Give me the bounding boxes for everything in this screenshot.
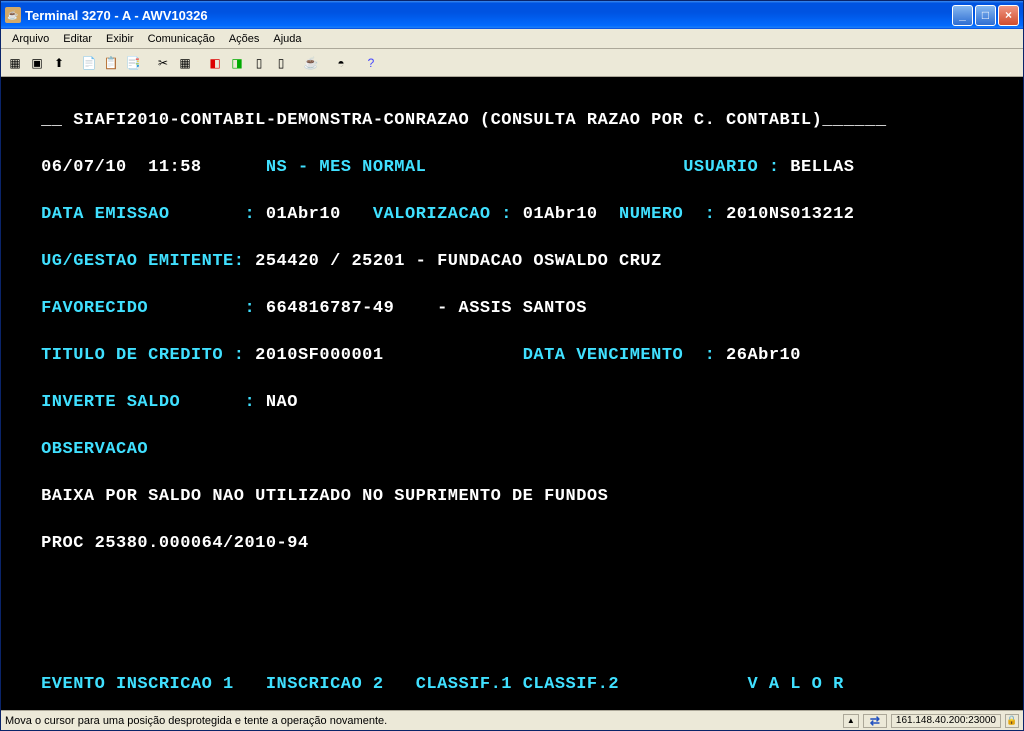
screen-header: __ SIAFI2010-CONTABIL-DEMONSTRA-CONRAZAO… — [41, 111, 886, 130]
toolbar-btn-10[interactable]: ◨ — [227, 53, 247, 73]
col-valor: V A L O R — [747, 675, 843, 694]
ug-gestao-label: UG/GESTAO EMITENTE: — [41, 252, 244, 271]
toolbar-btn-14[interactable]: ◓ — [331, 53, 351, 73]
datetime: 06/07/10 11:58 — [41, 158, 202, 177]
toolbar-btn-13[interactable]: ☕ — [301, 53, 321, 73]
inverte-saldo: NAO — [266, 393, 298, 412]
titlebar[interactable]: ☕ Terminal 3270 - A - AWV10326 _ □ × — [1, 1, 1023, 29]
toolbar-btn-2[interactable]: ▣ — [27, 53, 47, 73]
statusbar-text: Mova o cursor para uma posição desproteg… — [5, 715, 839, 727]
menu-editar[interactable]: Editar — [56, 31, 99, 47]
toolbar-btn-6[interactable]: 📑 — [123, 53, 143, 73]
ug-gestao: 254420 / 25201 - FUNDACAO OSWALDO CRUZ — [255, 252, 662, 271]
close-button[interactable]: × — [998, 5, 1019, 26]
toolbar-btn-7[interactable]: ✂ — [153, 53, 173, 73]
obs-line-2: PROC 25380.000064/2010-94 — [41, 534, 309, 553]
titulo-credito: 2010SF000001 — [255, 346, 383, 365]
window-title: Terminal 3270 - A - AWV10326 — [25, 8, 952, 23]
menu-comunicacao[interactable]: Comunicação — [141, 31, 222, 47]
col-inscricao1: INSCRICAO 1 — [116, 675, 234, 694]
toolbar-btn-12[interactable]: ▯ — [271, 53, 291, 73]
data-emissao: 01Abr10 — [266, 205, 341, 224]
menubar: Arquivo Editar Exibir Comunicação Ações … — [1, 29, 1023, 49]
titulo-credito-label: TITULO DE CREDITO — [41, 346, 223, 365]
ns-label: NS - MES NORMAL — [266, 158, 427, 177]
statusbar: Mova o cursor para uma posição desproteg… — [1, 710, 1023, 730]
col-classif1: CLASSIF.1 — [416, 675, 512, 694]
copy-icon[interactable]: 📄 — [79, 53, 99, 73]
col-inscricao2: INSCRICAO 2 — [266, 675, 384, 694]
toolbar: ▦ ▣ ⬆ 📄 📋 📑 ✂ ▦ ◧ ◨ ▯ ▯ ☕ ◓ ? — [1, 49, 1023, 77]
col-evento: EVENTO — [41, 675, 105, 694]
menu-exibir[interactable]: Exibir — [99, 31, 141, 47]
arrow-up-icon[interactable]: ▲ — [843, 714, 859, 728]
terminal-screen[interactable]: __ SIAFI2010-CONTABIL-DEMONSTRA-CONRAZAO… — [1, 77, 1023, 710]
favorecido: 664816787-49 - ASSIS SANTOS — [266, 299, 587, 318]
menu-acoes[interactable]: Ações — [222, 31, 267, 47]
data-vencimento-label: DATA VENCIMENTO — [523, 346, 684, 365]
menu-ajuda[interactable]: Ajuda — [266, 31, 308, 47]
data-emissao-label: DATA EMISSAO — [41, 205, 169, 224]
paste-icon[interactable]: 📋 — [101, 53, 121, 73]
obs-line-1: BAIXA POR SALDO NAO UTILIZADO NO SUPRIME… — [41, 487, 608, 506]
java-icon: ☕ — [5, 7, 21, 23]
lock-icon: 🔒 — [1005, 714, 1019, 728]
application-window: ☕ Terminal 3270 - A - AWV10326 _ □ × Arq… — [0, 0, 1024, 731]
numero-label: NUMERO — [619, 205, 683, 224]
observacao-label: OBSERVACAO — [41, 440, 148, 459]
inverte-saldo-label: INVERTE SALDO — [41, 393, 180, 412]
toolbar-btn-11[interactable]: ▯ — [249, 53, 269, 73]
favorecido-label: FAVORECIDO — [41, 299, 148, 318]
connection-icon: ⇄ — [863, 714, 887, 728]
valorizacao: 01Abr10 — [523, 205, 598, 224]
minimize-button[interactable]: _ — [952, 5, 973, 26]
usuario: BELLAS — [790, 158, 854, 177]
toolbar-btn-1[interactable]: ▦ — [5, 53, 25, 73]
statusbar-ip: 161.148.40.200:23000 — [891, 714, 1001, 728]
toolbar-btn-8[interactable]: ▦ — [175, 53, 195, 73]
numero: 2010NS013212 — [726, 205, 854, 224]
toolbar-btn-9[interactable]: ◧ — [205, 53, 225, 73]
usuario-label: USUARIO — [683, 158, 758, 177]
menu-arquivo[interactable]: Arquivo — [5, 31, 56, 47]
valorizacao-label: VALORIZACAO — [373, 205, 491, 224]
help-icon[interactable]: ? — [361, 53, 381, 73]
maximize-button[interactable]: □ — [975, 5, 996, 26]
data-vencimento: 26Abr10 — [726, 346, 801, 365]
col-classif2: CLASSIF.2 — [523, 675, 619, 694]
window-controls: _ □ × — [952, 5, 1019, 26]
toolbar-btn-3[interactable]: ⬆ — [49, 53, 69, 73]
